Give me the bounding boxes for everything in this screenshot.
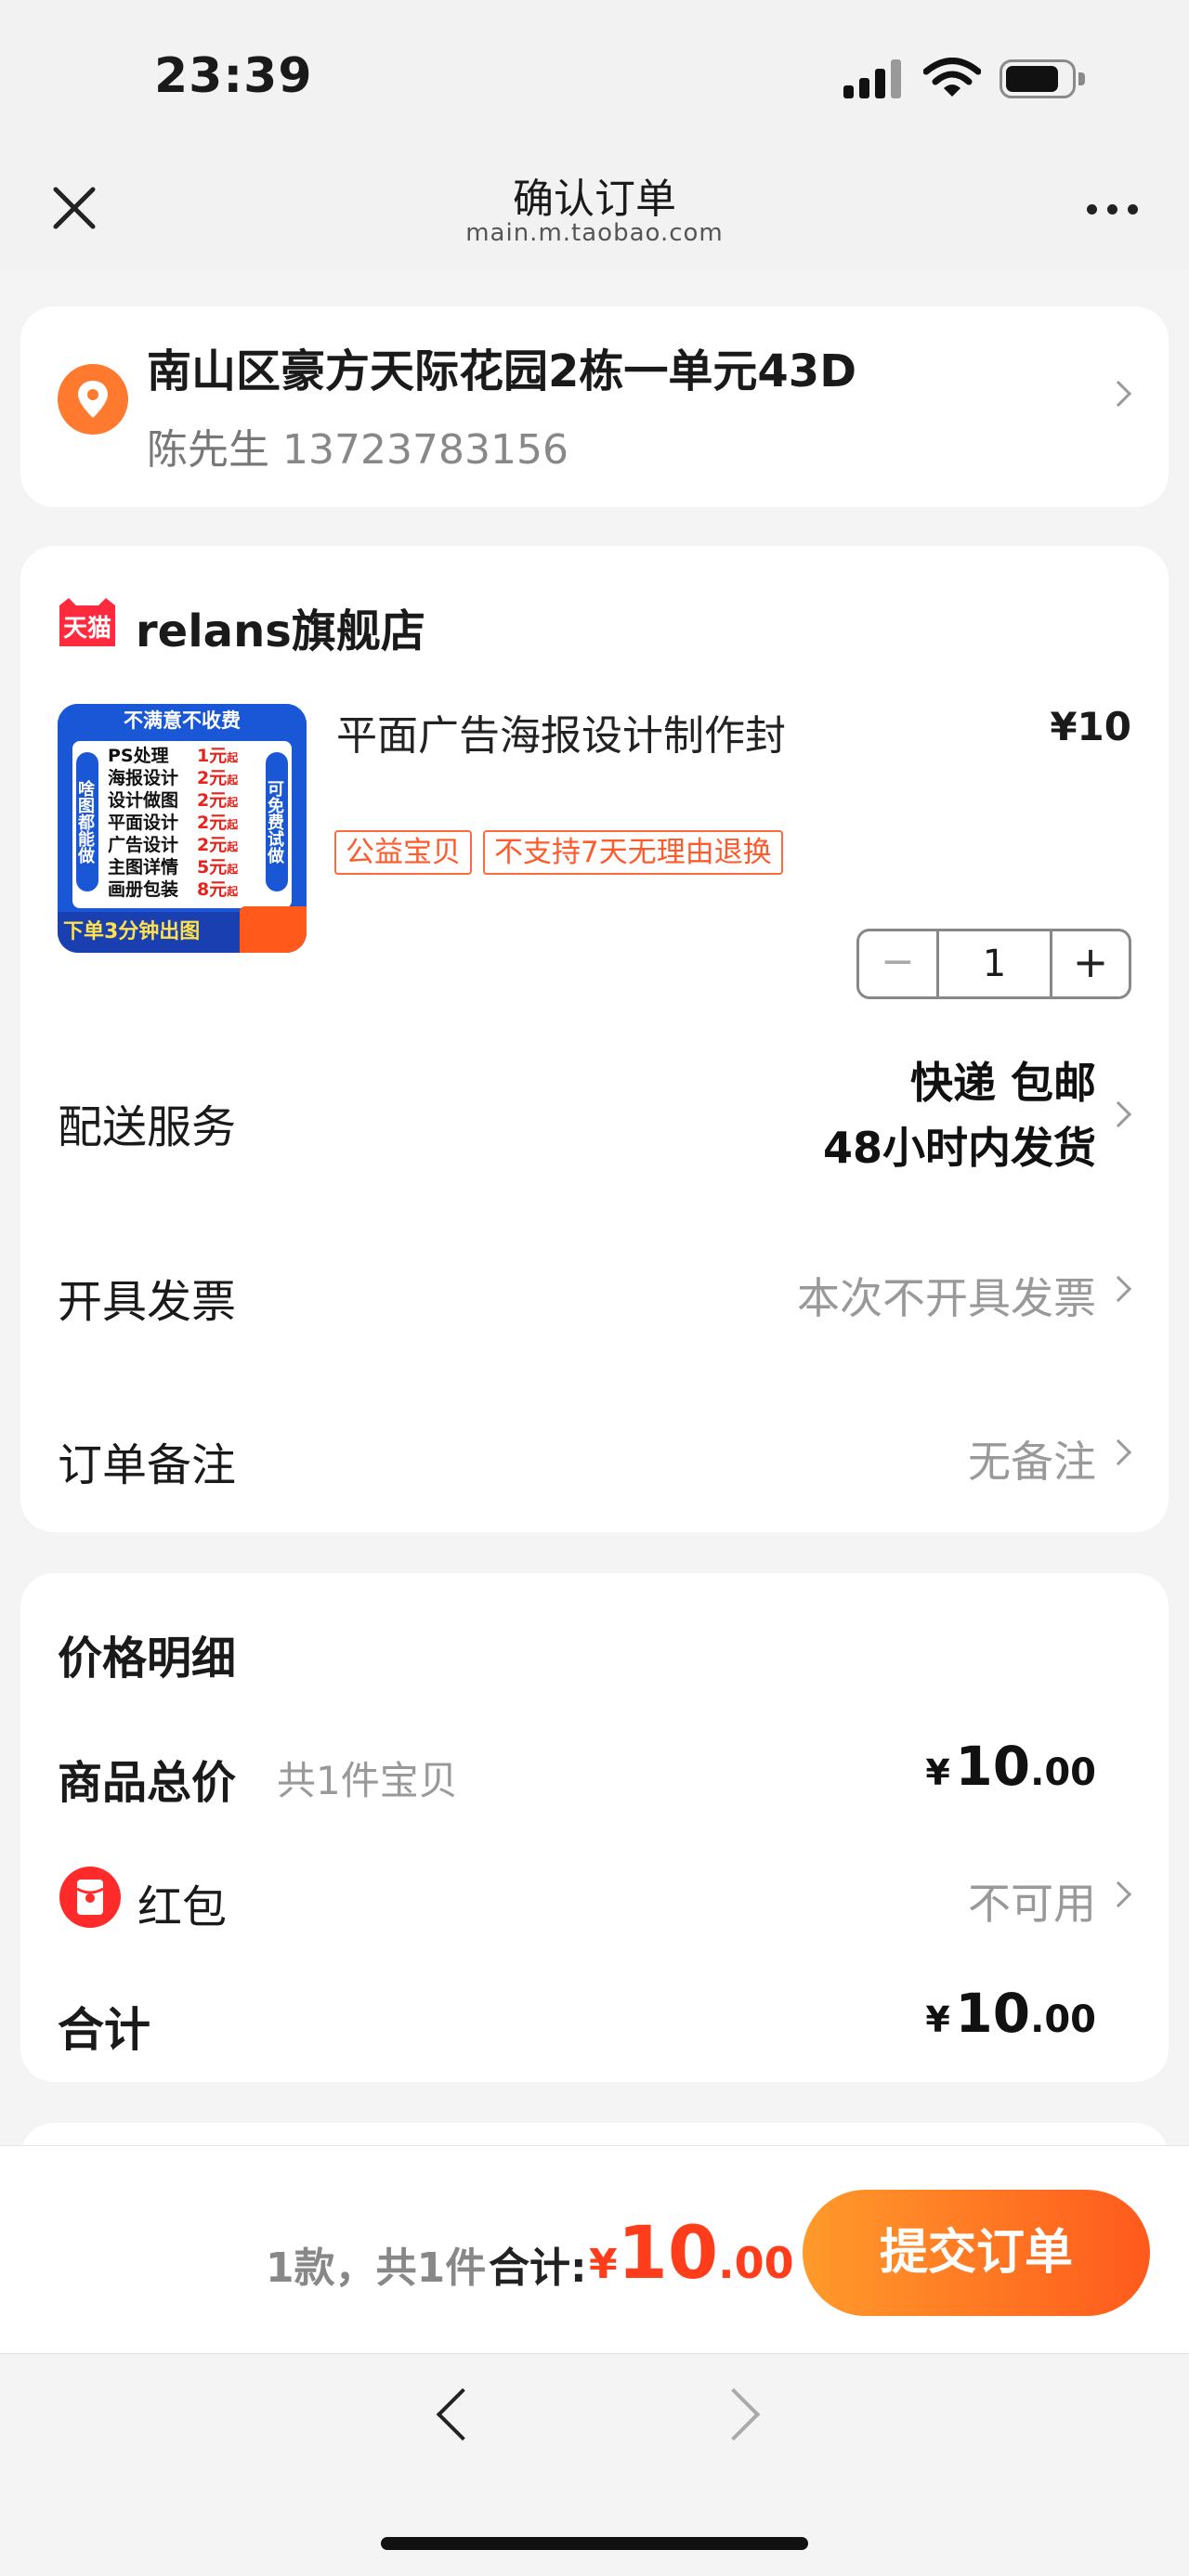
address-contact: 陈先生 13723783156 xyxy=(147,416,568,475)
delivery-label: 配送服务 xyxy=(58,1101,237,1153)
product-image-side-left: 啥图都能做 xyxy=(75,752,98,891)
product-image-row-name: 画册包装 xyxy=(108,879,179,900)
subtotal-label: 商品总价 xyxy=(58,1757,237,1809)
product-image-row: 广告设计 2元起 xyxy=(108,834,262,856)
submit-order-button[interactable]: 提交订单 xyxy=(803,2190,1150,2316)
product-image-row-name: 主图详情 xyxy=(108,857,179,878)
product-image-row-name: 广告设计 xyxy=(108,835,179,855)
total-label: 合计 xyxy=(58,2003,150,2057)
product-image-side-right: 可免费试做 xyxy=(265,752,288,891)
subtotal-currency: ¥ xyxy=(925,1752,950,1793)
product-image-header: 不满意不收费 xyxy=(58,704,307,737)
contact-phone: 13723783156 xyxy=(282,426,568,474)
summary-decimal: .00 xyxy=(718,2238,794,2288)
summary-integer: 10 xyxy=(617,2212,719,2296)
summary-total-amount: ¥10.00 xyxy=(589,2212,794,2296)
red-packet-icon xyxy=(59,1867,121,1928)
delivery-method[interactable]: 快递 包邮 xyxy=(910,1049,1096,1111)
total-currency: ¥ xyxy=(925,1999,950,2040)
tmall-badge-text: 天猫 xyxy=(62,615,111,643)
quantity-stepper[interactable]: − 1 + xyxy=(856,929,1131,999)
quantity-value[interactable]: 1 xyxy=(939,931,1052,996)
shop-name[interactable]: relans旗舰店 xyxy=(136,594,425,659)
red-packet-label: 红包 xyxy=(137,1881,228,1933)
page-title: 确认订单 xyxy=(513,176,676,223)
shop-card xyxy=(20,546,1169,1532)
subtotal-decimal: .00 xyxy=(1030,1751,1096,1794)
total-amount: ¥ 10.00 xyxy=(925,1982,1096,2045)
product-image-row-price: 2元 xyxy=(197,835,228,855)
battery-icon xyxy=(1000,59,1085,98)
red-packet-value[interactable]: 不可用 xyxy=(968,1870,1096,1932)
product-image-row: PS处理 1元起 xyxy=(108,745,262,767)
total-integer: 10 xyxy=(955,1982,1031,2045)
address-line: 南山区豪方天际花园2栋一单元43D xyxy=(147,345,857,397)
product-image-row-name: 海报设计 xyxy=(108,768,179,788)
delivery-time[interactable]: 48小时内发货 xyxy=(823,1114,1096,1176)
price-detail-title: 价格明细 xyxy=(58,1633,237,1685)
tmall-icon: 天猫 xyxy=(56,596,119,648)
tag-no-return: 不支持7天无理由退换 xyxy=(483,830,783,875)
product-image-row-price: 8元 xyxy=(197,879,228,900)
product-image-row-price: 5元 xyxy=(197,857,228,878)
product-image-row-price: 2元 xyxy=(197,768,228,788)
subtotal-count: 共1件宝贝 xyxy=(277,1758,458,1803)
product-image-row-name: PS处理 xyxy=(108,746,169,766)
product-image-row: 画册包装 8元起 xyxy=(108,878,262,901)
product-image-corner xyxy=(240,906,307,953)
product-image-row-name: 平面设计 xyxy=(108,813,179,833)
product-image-row: 平面设计 2元起 xyxy=(108,812,262,834)
product-image-row: 主图详情 5元起 xyxy=(108,856,262,878)
subtotal-amount: ¥ 10.00 xyxy=(925,1735,1096,1798)
tag-charity: 公益宝贝 xyxy=(334,830,472,875)
home-indicator[interactable] xyxy=(381,2537,808,2550)
product-image-row-unit: 起 xyxy=(227,751,239,764)
more-icon[interactable] xyxy=(1085,202,1141,217)
product-price: ¥10 xyxy=(1050,704,1131,749)
product-title[interactable]: 平面广告海报设计制作封 xyxy=(336,702,786,761)
summary-total-label: 合计: xyxy=(489,2244,587,2292)
order-note-label: 订单备注 xyxy=(58,1439,237,1491)
subtotal-integer: 10 xyxy=(955,1735,1031,1798)
product-image[interactable]: 不满意不收费 啥图都能做 可免费试做 PS处理 1元起 海报设计 2元起 设计做图 2元起… xyxy=(58,704,307,953)
quantity-minus-button[interactable]: − xyxy=(859,931,939,996)
product-image-row-unit: 起 xyxy=(227,863,239,876)
contact-name: 陈先生 xyxy=(147,426,269,474)
location-pin-icon xyxy=(58,364,128,435)
product-image-row-unit: 起 xyxy=(227,818,239,831)
product-image-row-unit: 起 xyxy=(227,840,239,853)
page-url: main.m.taobao.com xyxy=(465,219,724,247)
summary-count: 1款，共1件 xyxy=(266,2244,487,2292)
product-image-row-unit: 起 xyxy=(227,774,239,787)
product-image-row-price: 1元 xyxy=(197,746,228,766)
product-image-row-unit: 起 xyxy=(227,885,239,898)
product-image-row-name: 设计做图 xyxy=(108,790,179,811)
total-decimal: .00 xyxy=(1030,1998,1096,2041)
product-image-row-unit: 起 xyxy=(227,796,239,809)
product-image-row: 设计做图 2元起 xyxy=(108,789,262,812)
summary-currency: ¥ xyxy=(589,2241,618,2288)
product-image-row: 海报设计 2元起 xyxy=(108,767,262,789)
product-image-list: PS处理 1元起 海报设计 2元起 设计做图 2元起 平面设计 2元起 广告设计 2元起 主图详情 5… xyxy=(108,745,262,901)
invoice-label: 开具发票 xyxy=(58,1276,237,1328)
cellular-signal-icon xyxy=(843,59,903,98)
status-time: 23:39 xyxy=(154,48,313,104)
order-note-value[interactable]: 无备注 xyxy=(968,1428,1096,1490)
wifi-icon xyxy=(923,58,981,97)
product-image-row-price: 2元 xyxy=(197,790,228,811)
product-image-row-price: 2元 xyxy=(197,813,228,833)
invoice-value[interactable]: 本次不开具发票 xyxy=(797,1265,1096,1326)
quantity-plus-button[interactable]: + xyxy=(1052,931,1129,996)
